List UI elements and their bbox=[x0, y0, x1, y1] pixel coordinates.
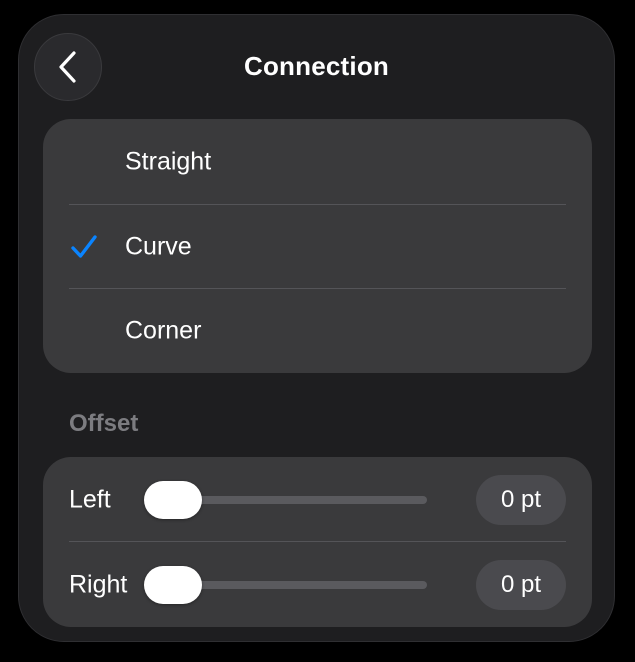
offset-section-label: Offset bbox=[69, 410, 139, 437]
offset-controls: Left 0 pt Right 0 pt bbox=[43, 457, 592, 627]
popover-title: Connection bbox=[244, 51, 389, 81]
right-offset-slider-thumb[interactable] bbox=[144, 565, 202, 604]
right-offset-slider-track[interactable] bbox=[144, 565, 427, 604]
option-corner[interactable]: Corner bbox=[43, 288, 592, 373]
left-offset-row: Left 0 pt bbox=[43, 457, 592, 542]
connection-type-list: Straight Curve Corner bbox=[43, 119, 592, 373]
checkmark-icon bbox=[71, 234, 97, 258]
right-offset-value: 0 pt bbox=[500, 570, 542, 598]
right-offset-value-field[interactable]: 0 pt bbox=[476, 559, 566, 610]
left-offset-value: 0 pt bbox=[500, 485, 542, 513]
left-offset-slider-thumb[interactable] bbox=[144, 480, 202, 519]
right-offset-label: Right bbox=[69, 570, 128, 598]
left-offset-slider-track[interactable] bbox=[144, 480, 427, 519]
option-label: Curve bbox=[125, 232, 192, 260]
left-offset-label: Left bbox=[69, 485, 111, 513]
right-offset-row: Right 0 pt bbox=[43, 542, 592, 627]
connection-popover: Connection Straight Curve Corner Offset … bbox=[18, 14, 615, 642]
left-offset-value-field[interactable]: 0 pt bbox=[476, 474, 566, 525]
option-curve[interactable]: Curve bbox=[43, 204, 592, 289]
option-label: Corner bbox=[125, 316, 202, 344]
option-label: Straight bbox=[125, 147, 212, 175]
option-straight[interactable]: Straight bbox=[43, 119, 592, 204]
